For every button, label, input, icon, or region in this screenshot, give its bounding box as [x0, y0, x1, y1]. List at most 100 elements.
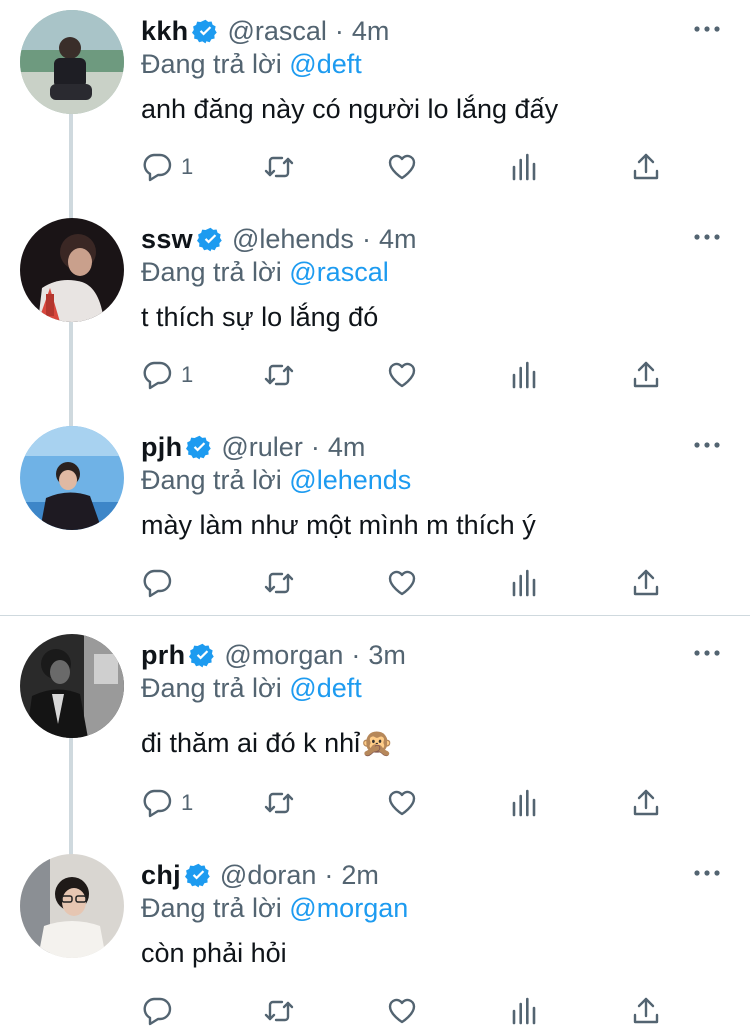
mention-link[interactable]: @morgan	[289, 893, 408, 923]
avatar[interactable]	[20, 634, 124, 738]
separator-dot: ·	[310, 432, 320, 462]
tweet-header: kkh @rascal · 4m	[141, 14, 389, 48]
replying-label: Đang trả lời	[141, 49, 282, 79]
handle[interactable]: @doran	[220, 858, 316, 892]
verified-badge-icon	[184, 862, 212, 889]
action-bar: 1	[0, 786, 750, 820]
reply-bubble-icon	[143, 361, 172, 390]
share-upload-icon	[633, 153, 659, 180]
more-dots-icon[interactable]	[692, 638, 722, 668]
more-dots-icon[interactable]	[692, 858, 722, 888]
reply-bubble-icon	[143, 789, 172, 818]
tweet[interactable]: pjh @ruler · 4m Đang trả lời @lehends mà…	[0, 416, 750, 614]
reply-bubble-icon	[143, 997, 172, 1026]
like-button[interactable]	[386, 994, 418, 1028]
analytics-button[interactable]	[508, 786, 540, 820]
display-name[interactable]: ssw	[141, 222, 193, 256]
tweet-text: đi thăm ai đó k nhỉ🙊	[141, 726, 394, 760]
analytics-bars-icon	[512, 569, 536, 597]
tweet[interactable]: ssw @lehends · 4m Đang trả lời @rascal t…	[0, 208, 750, 416]
avatar[interactable]	[20, 218, 124, 322]
replying-to: Đang trả lời @lehends	[141, 463, 411, 497]
like-button[interactable]	[386, 358, 418, 392]
mention-link[interactable]: @lehends	[289, 465, 411, 495]
action-bar	[0, 994, 750, 1028]
reply-button[interactable]	[141, 994, 181, 1028]
tweet[interactable]: chj @doran · 2m Đang trả lời @morgan còn…	[0, 844, 750, 1029]
tweet-text: mày làm như một mình m thích ý	[141, 510, 536, 540]
reply-button[interactable]: 1	[141, 150, 193, 184]
avatar[interactable]	[20, 426, 124, 530]
share-button[interactable]	[630, 786, 662, 820]
display-name[interactable]: kkh	[141, 14, 188, 48]
retweet-button[interactable]	[263, 994, 295, 1028]
tweet-text: t thích sự lo lắng đó	[141, 302, 379, 332]
like-button[interactable]	[386, 566, 418, 600]
timestamp[interactable]: 4m	[328, 430, 366, 464]
tweet-text: anh đăng này có người lo lắng đấy	[141, 94, 559, 124]
handle[interactable]: @rascal	[227, 14, 326, 48]
reply-bubble-icon	[143, 569, 172, 598]
more-dots-icon[interactable]	[692, 14, 722, 44]
avatar[interactable]	[20, 10, 124, 114]
analytics-button[interactable]	[508, 358, 540, 392]
retweet-button[interactable]	[263, 150, 295, 184]
tweet-header: pjh @ruler · 4m	[141, 430, 365, 464]
timestamp[interactable]: 4m	[352, 14, 390, 48]
share-button[interactable]	[630, 994, 662, 1028]
analytics-button[interactable]	[508, 566, 540, 600]
retweet-button[interactable]	[263, 358, 295, 392]
analytics-button[interactable]	[508, 994, 540, 1028]
timestamp[interactable]: 4m	[379, 222, 417, 256]
reply-count: 1	[181, 362, 194, 387]
display-name[interactable]: pjh	[141, 430, 182, 464]
retweet-button[interactable]	[263, 786, 295, 820]
retweet-icon	[264, 1000, 294, 1022]
timestamp[interactable]: 2m	[341, 858, 379, 892]
verified-badge-icon	[186, 434, 213, 461]
analytics-button[interactable]	[508, 150, 540, 184]
mention-link[interactable]: @rascal	[289, 257, 388, 287]
mention-link[interactable]: @deft	[289, 49, 361, 79]
separator-dot: ·	[324, 860, 334, 890]
share-button[interactable]	[630, 150, 662, 184]
separator-dot: ·	[351, 640, 361, 670]
analytics-bars-icon	[512, 789, 536, 817]
replying-to: Đang trả lời @morgan	[141, 891, 408, 925]
mention-link[interactable]: @deft	[289, 673, 361, 703]
avatar-image	[20, 218, 124, 322]
handle[interactable]: @morgan	[224, 638, 343, 672]
like-button[interactable]	[386, 786, 418, 820]
handle[interactable]: @lehends	[232, 222, 354, 256]
display-name[interactable]: prh	[141, 638, 185, 672]
like-button[interactable]	[386, 150, 418, 184]
avatar-image	[20, 10, 124, 114]
see-no-evil-monkey-emoji: 🙊	[360, 728, 394, 758]
heart-icon	[388, 790, 416, 816]
reply-count: 1	[181, 154, 194, 179]
separator-dot: ·	[334, 16, 344, 46]
avatar[interactable]	[20, 854, 124, 958]
action-bar: 1	[0, 358, 750, 392]
analytics-bars-icon	[512, 997, 536, 1025]
handle[interactable]: @ruler	[221, 430, 302, 464]
tweet[interactable]: prh @morgan · 3m Đang trả lời @deft đi t…	[0, 624, 750, 844]
tweet-header: chj @doran · 2m	[141, 858, 379, 892]
retweet-button[interactable]	[263, 566, 295, 600]
analytics-bars-icon	[512, 153, 536, 181]
replying-to: Đang trả lời @deft	[141, 671, 362, 705]
reply-button[interactable]: 1	[141, 786, 193, 820]
display-name[interactable]: chj	[141, 858, 181, 892]
tweet[interactable]: kkh @rascal · 4m Đang trả lời @deft anh …	[0, 0, 750, 210]
share-button[interactable]	[630, 566, 662, 600]
more-dots-icon[interactable]	[692, 222, 722, 252]
timestamp[interactable]: 3m	[368, 638, 406, 672]
more-dots-icon[interactable]	[692, 430, 722, 460]
reply-bubble-icon	[143, 153, 172, 182]
retweet-icon	[264, 572, 294, 594]
share-button[interactable]	[630, 358, 662, 392]
reply-button[interactable]	[141, 566, 181, 600]
replying-to: Đang trả lời @rascal	[141, 255, 389, 289]
reply-button[interactable]: 1	[141, 358, 193, 392]
tweet-header: ssw @lehends · 4m	[141, 222, 416, 256]
